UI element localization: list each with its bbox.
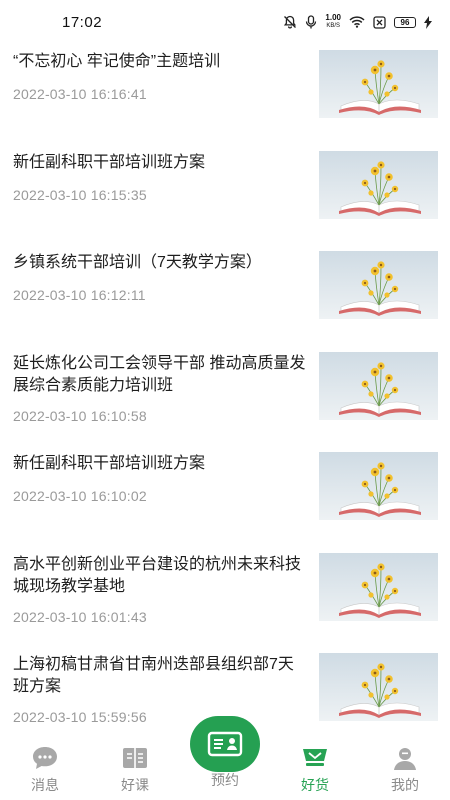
tab-goods[interactable]: 好货	[270, 740, 360, 800]
charging-icon	[424, 15, 432, 29]
training-list: “不忘初心 牢记使命”主题培训 2022-03-10 16:16:41 新任副科…	[0, 44, 450, 748]
bell-muted-icon	[283, 15, 297, 29]
item-time: 2022-03-10 16:01:43	[13, 608, 147, 625]
id-card-icon	[207, 731, 243, 757]
shopping-basket-icon	[303, 749, 327, 766]
item-thumbnail	[319, 50, 438, 118]
item-title: 高水平创新创业平台建设的杭州未来科技城现场教学基地	[13, 555, 302, 595]
item-time: 2022-03-10 16:15:35	[13, 186, 147, 203]
item-title: 新任副科职干部培训班方案	[13, 153, 206, 171]
item-time: 2022-03-10 16:16:41	[13, 86, 147, 102]
net-speed-value: 1.00	[325, 13, 341, 22]
item-thumbnail	[319, 653, 438, 721]
tab-courses[interactable]: 好课	[90, 740, 180, 800]
item-thumbnail	[319, 552, 438, 621]
book-flowers-image	[319, 50, 438, 118]
list-item[interactable]: “不忘初心 牢记使命”主题培训 2022-03-10 16:16:41	[0, 44, 450, 145]
item-thumbnail	[319, 452, 438, 520]
book-flowers-image	[319, 251, 438, 319]
book-flowers-image	[319, 150, 438, 219]
list-item[interactable]: 乡镇系统干部培训（7天教学方案） 2022-03-10 16:12:11	[0, 245, 450, 346]
tab-label: 我的	[391, 777, 419, 793]
net-speed-unit: KB/S	[326, 23, 341, 29]
book-flowers-image	[319, 552, 438, 621]
status-bar: 17:02 1.00 KB/S 96	[0, 0, 450, 44]
list-item[interactable]: 新任副科职干部培训班方案 2022-03-10 16:15:35	[0, 145, 450, 246]
person-icon	[394, 748, 416, 770]
list-item[interactable]: 新任副科职干部培训班方案 2022-03-10 16:10:02	[0, 446, 450, 547]
item-thumbnail	[319, 251, 438, 319]
microphone-icon	[305, 15, 317, 29]
status-time: 17:02	[62, 13, 103, 31]
item-thumbnail	[319, 351, 438, 420]
tab-mine[interactable]: 我的	[360, 740, 450, 800]
item-time: 2022-03-10 15:59:56	[13, 709, 147, 725]
tab-label: 预约	[211, 772, 239, 788]
book-flowers-image	[319, 452, 438, 520]
no-sim-icon	[373, 15, 386, 29]
book-flowers-image	[319, 653, 438, 721]
tab-messages[interactable]: 消息	[0, 740, 90, 800]
battery-indicator: 96	[394, 16, 416, 28]
booking-button[interactable]	[190, 716, 260, 772]
wifi-icon	[349, 16, 365, 28]
network-speed: 1.00 KB/S	[325, 14, 341, 30]
tab-label: 好课	[121, 777, 149, 793]
item-thumbnail	[319, 150, 438, 219]
tab-label: 消息	[31, 777, 59, 793]
item-title: 延长炼化公司工会领导干部 推动高质量发展综合素质能力培训班	[13, 354, 306, 394]
item-time: 2022-03-10 16:10:58	[13, 407, 147, 424]
item-time: 2022-03-10 16:10:02	[13, 488, 147, 504]
item-title: 新任副科职干部培训班方案	[13, 455, 206, 472]
chat-bubble-icon	[33, 747, 57, 769]
list-item[interactable]: 延长炼化公司工会领导干部 推动高质量发展综合素质能力培训班 2022-03-10…	[0, 346, 450, 447]
list-item[interactable]: 高水平创新创业平台建设的杭州未来科技城现场教学基地 2022-03-10 16:…	[0, 547, 450, 648]
item-title: 上海初稿甘肃省甘南州迭部县组织部7天班方案	[13, 656, 294, 695]
book-flowers-image	[319, 351, 438, 420]
item-title: “不忘初心 牢记使命”主题培训	[13, 53, 221, 70]
tab-label: 好货	[301, 777, 329, 793]
book-icon	[123, 748, 147, 768]
item-time: 2022-03-10 16:12:11	[13, 287, 146, 303]
status-icons: 1.00 KB/S 96	[283, 14, 432, 30]
item-title: 乡镇系统干部培训（7天教学方案）	[13, 254, 262, 271]
